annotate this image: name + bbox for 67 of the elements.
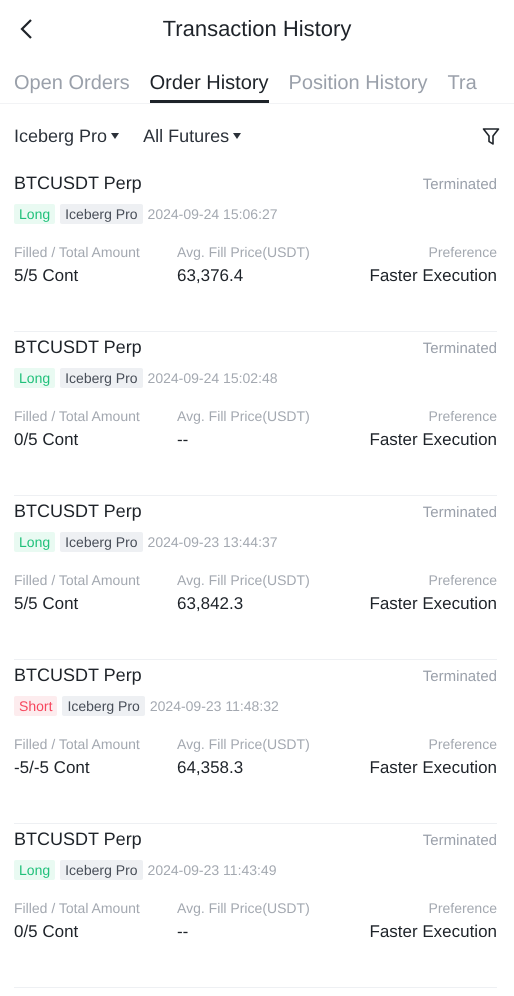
field-label: Filled / Total Amount bbox=[14, 572, 141, 588]
field-label: Preference bbox=[428, 572, 497, 588]
tab[interactable]: Order History bbox=[150, 58, 269, 103]
field-label: Preference bbox=[428, 408, 497, 424]
symbol: BTCUSDT Perp bbox=[14, 829, 142, 850]
side-tag: Short bbox=[14, 696, 58, 716]
symbol: BTCUSDT Perp bbox=[14, 173, 142, 194]
field-label: Filled / Total Amount bbox=[14, 408, 141, 424]
amount-value: 5/5 Cont bbox=[14, 266, 80, 286]
order-status: Terminated bbox=[422, 340, 497, 357]
amount-value: 0/5 Cont bbox=[14, 430, 80, 450]
page-title: Transaction History bbox=[162, 16, 352, 42]
price-value: 63,842.3 bbox=[177, 594, 244, 614]
price-value: 63,376.4 bbox=[177, 266, 244, 286]
side-tag: Long bbox=[14, 204, 56, 224]
symbol: BTCUSDT Perp bbox=[14, 337, 142, 358]
order-time: 2024-09-23 13:44:37 bbox=[148, 534, 278, 550]
order-type-tag: Iceberg Pro bbox=[60, 204, 143, 224]
caret-icon bbox=[233, 133, 242, 139]
order-status: Terminated bbox=[422, 504, 497, 521]
field-label: Preference bbox=[428, 900, 497, 916]
order-status: Terminated bbox=[422, 668, 497, 685]
field-label: Filled / Total Amount bbox=[14, 244, 141, 260]
price-value: -- bbox=[177, 430, 190, 450]
order-card[interactable]: BTCUSDT Perp Terminated Short Iceberg Pro 2024-09-23 11:48:32 Filled / Total Amount Avg. Fill Price(USDT) Preference -5/-5 Cont 64,358.3 Faster Execution bbox=[14, 660, 497, 824]
price-value: -- bbox=[177, 922, 190, 942]
caret-icon bbox=[111, 133, 120, 139]
symbol: BTCUSDT Perp bbox=[14, 501, 142, 522]
order-type-tag: Iceberg Pro bbox=[60, 532, 143, 552]
field-label: Filled / Total Amount bbox=[14, 736, 141, 752]
price-value: 64,358.3 bbox=[177, 758, 244, 778]
filter-dropdown[interactable]: Iceberg Pro bbox=[14, 126, 120, 146]
order-type-tag: Iceberg Pro bbox=[62, 696, 145, 716]
order-card[interactable]: BTCUSDT Perp Terminated Long Iceberg Pro 2024-09-23 11:43:49 Filled / Total Amount Avg. Fill Price(USDT) Preference 0/5 Cont -- Faster Execution bbox=[14, 824, 497, 988]
preference-value: Faster Execution bbox=[369, 758, 497, 778]
order-type-tag: Iceberg Pro bbox=[60, 860, 143, 880]
field-label: Preference bbox=[428, 244, 497, 260]
preference-value: Faster Execution bbox=[369, 266, 497, 286]
field-label: Avg. Fill Price(USDT) bbox=[177, 408, 311, 424]
order-time: 2024-09-23 11:43:49 bbox=[148, 862, 276, 878]
order-time: 2024-09-24 15:02:48 bbox=[148, 370, 278, 386]
field-label: Filled / Total Amount bbox=[14, 900, 141, 916]
order-status: Terminated bbox=[422, 832, 497, 849]
preference-value: Faster Execution bbox=[369, 922, 497, 942]
order-card[interactable]: BTCUSDT Perp Terminated Long Iceberg Pro 2024-09-24 15:06:27 Filled / Total Amount Avg. Fill Price(USDT) Preference 5/5 Cont 63,376.4 Faster Execution bbox=[14, 168, 497, 332]
preference-value: Faster Execution bbox=[369, 430, 497, 450]
side-tag: Long bbox=[14, 368, 56, 388]
order-time: 2024-09-24 15:06:27 bbox=[148, 206, 278, 222]
field-label: Preference bbox=[428, 736, 497, 752]
order-type-tag: Iceberg Pro bbox=[60, 368, 143, 388]
symbol: BTCUSDT Perp bbox=[14, 665, 142, 686]
field-label: Avg. Fill Price(USDT) bbox=[177, 900, 311, 916]
filter-dropdown[interactable]: All Futures bbox=[143, 126, 242, 146]
order-card[interactable]: BTCUSDT Perp Terminated Long Iceberg Pro 2024-09-23 13:44:37 Filled / Total Amount Avg. Fill Price(USDT) Preference 5/5 Cont 63,842.3 Faster Execution bbox=[14, 496, 497, 660]
side-tag: Long bbox=[14, 860, 56, 880]
field-label: Avg. Fill Price(USDT) bbox=[177, 244, 311, 260]
side-tag: Long bbox=[14, 532, 56, 552]
order-status: Terminated bbox=[422, 176, 497, 193]
filter-icon[interactable] bbox=[482, 126, 500, 146]
order-card[interactable]: BTCUSDT Perp Terminated Long Iceberg Pro 2024-09-24 15:02:48 Filled / Total Amount Avg. Fill Price(USDT) Preference 0/5 Cont -- Faster Execution bbox=[14, 332, 497, 496]
amount-value: -5/-5 Cont bbox=[14, 758, 91, 778]
amount-value: 0/5 Cont bbox=[14, 922, 80, 942]
field-label: Avg. Fill Price(USDT) bbox=[177, 572, 311, 588]
amount-value: 5/5 Cont bbox=[14, 594, 80, 614]
preference-value: Faster Execution bbox=[369, 594, 497, 614]
field-label: Avg. Fill Price(USDT) bbox=[177, 736, 311, 752]
order-time: 2024-09-23 11:48:32 bbox=[150, 698, 279, 714]
